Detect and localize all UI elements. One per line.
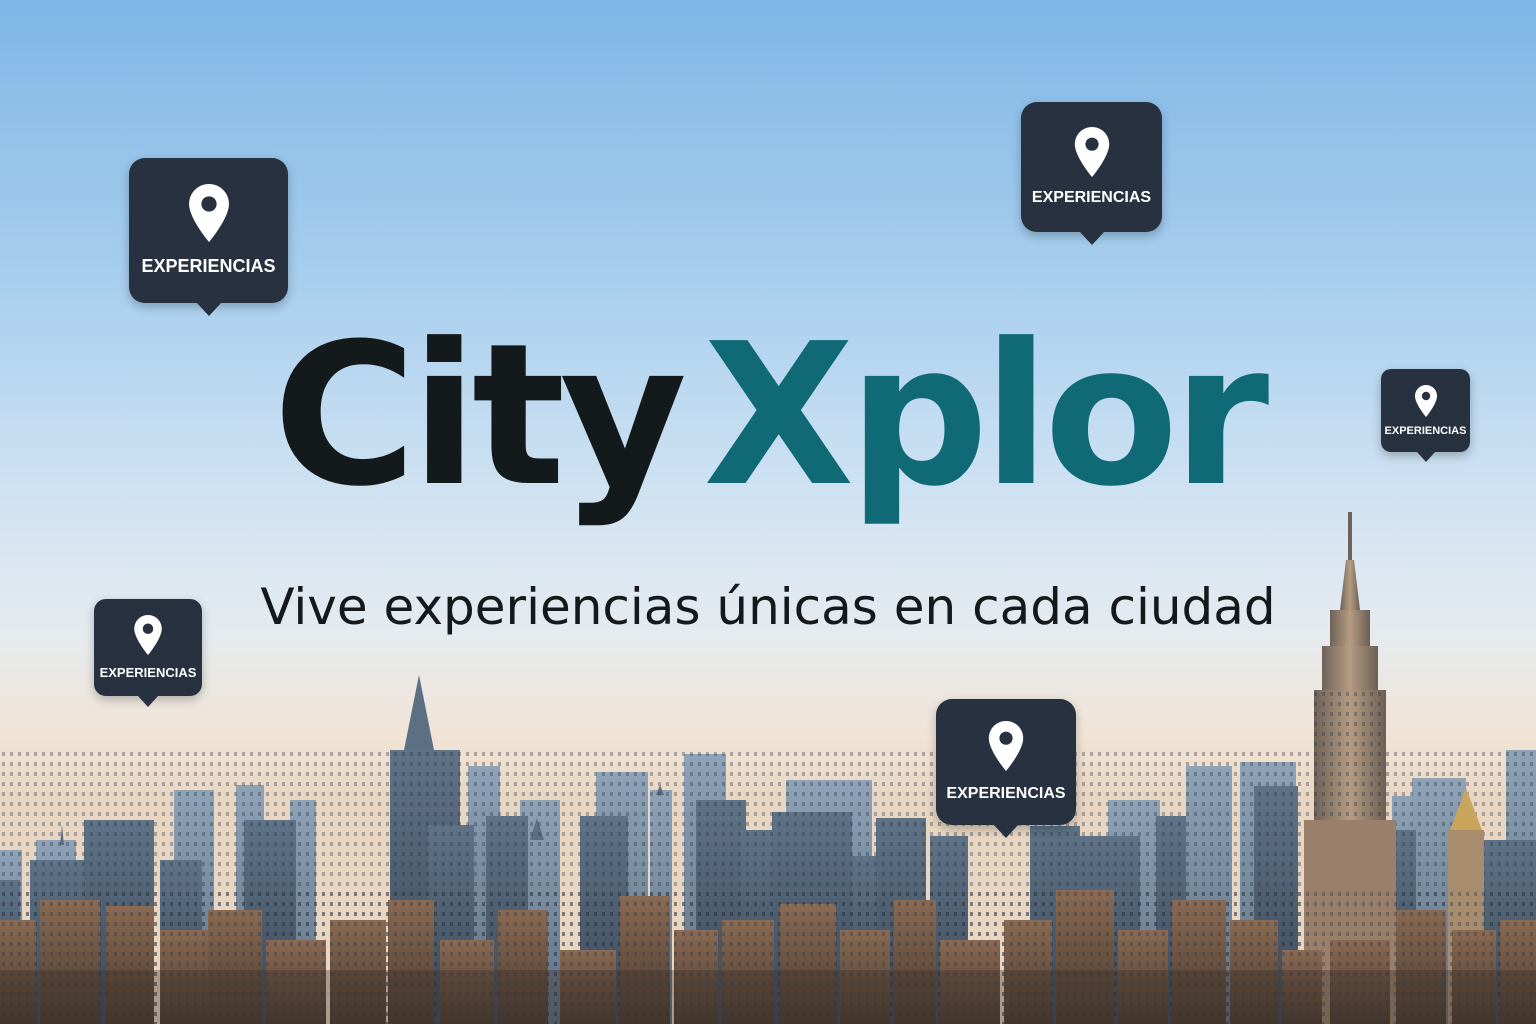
brand-title: City Xplor	[0, 318, 1536, 514]
map-pin-icon	[1074, 127, 1109, 177]
marker-label: EXPERIENCIAS	[1031, 189, 1152, 206]
map-pin-icon	[988, 721, 1024, 771]
marker-label: EXPERIENCIAS	[1384, 424, 1467, 437]
experience-marker[interactable]: EXPERIENCIAS	[129, 158, 288, 316]
marker-label: EXPERIENCIAS	[99, 665, 197, 680]
brand-word-xplor: Xplor	[703, 302, 1269, 530]
map-pin-icon	[134, 615, 162, 655]
brand-word-city: City	[272, 302, 687, 530]
marker-label: EXPERIENCIAS	[141, 256, 276, 276]
map-pin-icon	[1414, 384, 1437, 417]
map-pin-icon	[188, 184, 229, 242]
experience-marker[interactable]: EXPERIENCIAS	[936, 699, 1076, 838]
experience-marker[interactable]: EXPERIENCIAS	[1021, 102, 1162, 245]
experience-marker[interactable]: EXPERIENCIAS	[94, 599, 202, 707]
experience-marker[interactable]: EXPERIENCIAS	[1381, 369, 1470, 462]
marker-label: EXPERIENCIAS	[946, 785, 1066, 802]
tagline: Vive experiencias únicas en cada ciudad	[260, 578, 1276, 636]
